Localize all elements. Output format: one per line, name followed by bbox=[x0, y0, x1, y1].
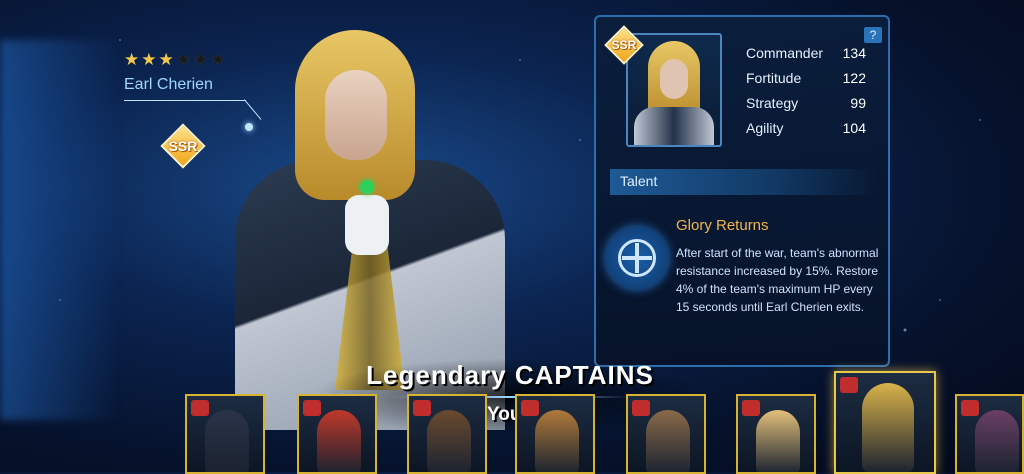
captain-face bbox=[325, 70, 387, 160]
roster-card[interactable] bbox=[736, 394, 816, 474]
card-portrait bbox=[427, 410, 471, 472]
cross-ring-icon[interactable] bbox=[606, 227, 668, 289]
card-badge bbox=[303, 400, 321, 416]
icon-cross-horizontal bbox=[622, 256, 652, 260]
captain-cravat bbox=[345, 195, 389, 255]
roster-card[interactable] bbox=[407, 394, 487, 474]
star-icon: ★ bbox=[193, 50, 211, 70]
captain-info-panel: ? SSR Commander 134 Fortitude 122 Strate… bbox=[594, 15, 890, 367]
talent-name: Glory Returns bbox=[676, 217, 769, 234]
card-badge bbox=[961, 400, 979, 416]
star-rating: ★★★★★★ bbox=[124, 50, 228, 70]
card-badge bbox=[413, 400, 431, 416]
name-pointer-dot bbox=[245, 123, 253, 131]
stat-label: Strategy bbox=[746, 95, 799, 111]
stat-row-commander: Commander 134 bbox=[746, 45, 866, 70]
panel-ssr-text: SSR bbox=[611, 38, 637, 52]
star-icon: ★ bbox=[158, 50, 176, 70]
card-badge bbox=[632, 400, 650, 416]
card-portrait bbox=[317, 410, 361, 472]
ssr-rarity-badge: SSR bbox=[160, 123, 206, 169]
portrait-coat bbox=[634, 107, 714, 145]
card-badge bbox=[191, 400, 209, 416]
card-portrait bbox=[756, 410, 800, 472]
roster-card[interactable] bbox=[297, 394, 377, 474]
stat-label: Commander bbox=[746, 45, 824, 61]
roster-card[interactable] bbox=[626, 394, 706, 474]
star-icon: ★ bbox=[210, 50, 228, 70]
star-icon: ★ bbox=[124, 50, 142, 70]
left-glow bbox=[0, 40, 120, 420]
card-badge bbox=[840, 377, 858, 393]
portrait-face bbox=[660, 59, 688, 99]
card-badge bbox=[521, 400, 539, 416]
panel-ssr-badge: SSR bbox=[604, 25, 644, 65]
stat-value: 104 bbox=[842, 120, 866, 136]
stat-row-strategy: Strategy 99 bbox=[746, 95, 866, 120]
stat-value: 99 bbox=[850, 95, 866, 111]
talent-header: Talent bbox=[610, 169, 876, 195]
card-portrait bbox=[535, 410, 579, 472]
roster-card[interactable] bbox=[834, 371, 936, 474]
card-badge bbox=[742, 400, 760, 416]
roster-card[interactable] bbox=[185, 394, 265, 474]
stat-label: Agility bbox=[746, 120, 784, 136]
roster-card[interactable] bbox=[515, 394, 595, 474]
star-icon: ★ bbox=[141, 50, 159, 70]
captain-roster bbox=[0, 371, 1024, 474]
talent-header-label: Talent bbox=[620, 173, 658, 189]
name-pointer-line bbox=[124, 100, 246, 101]
stat-label: Fortitude bbox=[746, 70, 802, 86]
card-portrait bbox=[862, 383, 914, 472]
stats-list: Commander 134 Fortitude 122 Strategy 99 … bbox=[746, 45, 866, 145]
card-portrait bbox=[646, 410, 690, 472]
stat-row-agility: Agility 104 bbox=[746, 120, 866, 145]
star-icon: ★ bbox=[175, 50, 193, 70]
help-button[interactable]: ? bbox=[864, 27, 882, 43]
stat-value: 122 bbox=[842, 70, 866, 86]
ssr-badge-text: SSR bbox=[168, 138, 198, 154]
talent-description: After start of the war, team's abnormal … bbox=[676, 246, 879, 314]
captain-gem bbox=[360, 180, 374, 194]
captain-name: Earl Cherien bbox=[124, 76, 213, 93]
roster-card[interactable] bbox=[955, 394, 1024, 474]
card-portrait bbox=[975, 410, 1019, 472]
stat-value: 134 bbox=[842, 45, 866, 61]
stat-row-fortitude: Fortitude 122 bbox=[746, 70, 866, 95]
card-portrait bbox=[205, 410, 249, 472]
